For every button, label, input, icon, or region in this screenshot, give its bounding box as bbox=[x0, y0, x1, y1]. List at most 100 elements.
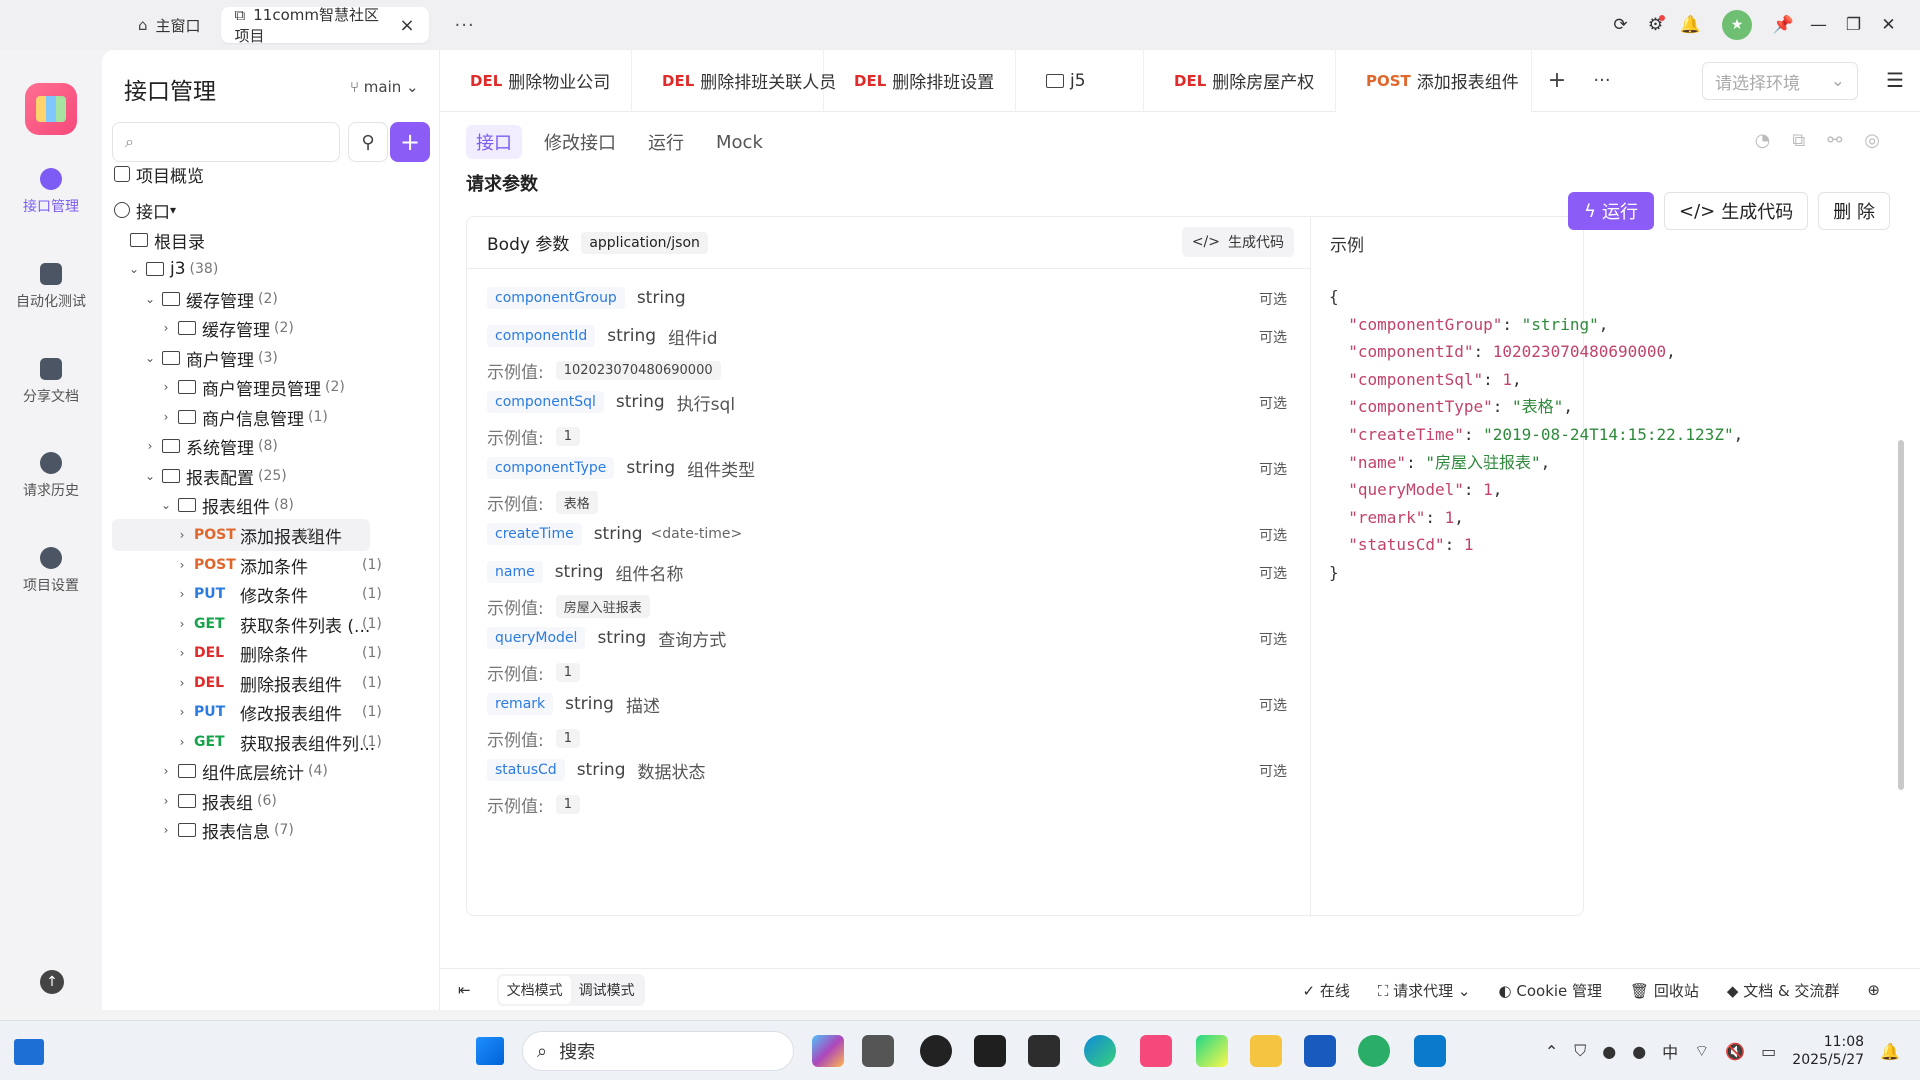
doc-mode-button[interactable]: 文档模式 bbox=[498, 975, 571, 1004]
run-button[interactable]: ϟ 运行 bbox=[1568, 192, 1655, 230]
tree-endpoint-row[interactable]: › GET 获取条件列表 (... (1) bbox=[174, 608, 382, 640]
collapse-sidebar-icon[interactable]: ⇤ bbox=[458, 981, 471, 999]
tree-folder-row[interactable]: 接口 ▾ bbox=[114, 194, 176, 226]
tree-endpoint-row[interactable]: › POST 添加条件 (1) bbox=[174, 549, 382, 581]
tree-folder-row[interactable]: › 报表信息 (7) bbox=[158, 814, 294, 846]
tab-mock[interactable]: Mock bbox=[706, 128, 773, 157]
upload-icon[interactable]: ↑ bbox=[40, 970, 64, 994]
qq-app-icon[interactable] bbox=[920, 1035, 952, 1067]
close-window-icon[interactable]: ✕ bbox=[1871, 0, 1906, 50]
online-status[interactable]: ✓ 在线 bbox=[1303, 980, 1350, 1001]
tree-folder-row[interactable]: ⌄ 报表组件 (8) bbox=[158, 489, 294, 521]
chevron-down-icon[interactable]: ⌄ bbox=[126, 262, 142, 276]
chevron-right-icon[interactable]: › bbox=[142, 439, 158, 453]
filter-button[interactable]: ⚲ bbox=[348, 122, 388, 162]
caret-down-icon[interactable]: ▾ bbox=[170, 203, 176, 217]
tree-folder-row[interactable]: › 商户信息管理 (1) bbox=[158, 401, 328, 433]
maximize-icon[interactable]: ❐ bbox=[1836, 0, 1871, 50]
tree-endpoint-row[interactable]: › POST 添加报表组件 (1) bbox=[112, 519, 370, 551]
gen-code-small-button[interactable]: </> 生成代码 bbox=[1181, 227, 1294, 257]
request-tab[interactable]: POST 添加报表组件 bbox=[1336, 49, 1532, 112]
chevron-right-icon[interactable]: › bbox=[174, 558, 190, 572]
chevron-down-icon[interactable]: ⌄ bbox=[158, 498, 174, 512]
environment-select[interactable]: 请选择环境 ⌄ bbox=[1702, 62, 1858, 100]
settings-icon[interactable]: ⚙ bbox=[1638, 0, 1673, 50]
chevron-right-icon[interactable]: › bbox=[158, 380, 174, 394]
nav-history[interactable]: 请求历史 bbox=[0, 452, 102, 500]
tree-folder-row[interactable]: ⌄ j3 (38) bbox=[126, 253, 218, 285]
windows-start-icon[interactable] bbox=[476, 1037, 504, 1065]
taskbar-search[interactable]: ⌕ 搜索 bbox=[522, 1031, 794, 1071]
wechat-app-icon[interactable] bbox=[1358, 1035, 1390, 1067]
upload-circle-icon[interactable]: ⊕ bbox=[1867, 981, 1880, 999]
bell-icon[interactable]: 🔔 bbox=[1673, 0, 1708, 50]
tree-folder-row[interactable]: › 缓存管理 (2) bbox=[158, 312, 294, 344]
wechat-tray-icon[interactable]: ● bbox=[1602, 1042, 1616, 1061]
edge-browser-icon[interactable] bbox=[1084, 1035, 1116, 1067]
tab-run[interactable]: 运行 bbox=[638, 125, 694, 159]
request-tab[interactable]: j5 bbox=[1016, 49, 1144, 112]
docs-button[interactable]: ◆ 文档 & 交流群 bbox=[1727, 980, 1840, 1001]
volume-mute-icon[interactable]: 🔇 bbox=[1725, 1042, 1745, 1061]
tree-folder-row[interactable]: ⌄ 报表配置 (25) bbox=[142, 460, 287, 492]
close-tab-icon[interactable]: × bbox=[399, 15, 414, 36]
chevron-right-icon[interactable]: › bbox=[174, 705, 190, 719]
tree-endpoint-row[interactable]: › DEL 删除报表组件 (1) bbox=[174, 667, 382, 699]
tree-folder-row[interactable]: 根目录 bbox=[130, 224, 205, 256]
refresh-icon[interactable]: ⟳ bbox=[1603, 0, 1638, 50]
project-tab[interactable]: ⧉ 11comm智慧社区项目 × bbox=[220, 6, 429, 45]
tree-folder-row[interactable]: › 商户管理员管理 (2) bbox=[158, 371, 345, 403]
debug-mode-button[interactable]: 调试模式 bbox=[571, 976, 643, 1004]
search-input[interactable] bbox=[143, 134, 304, 150]
more-tabs-icon[interactable]: ··· bbox=[455, 15, 475, 36]
wifi-icon[interactable]: ⌔ bbox=[1694, 1041, 1709, 1061]
ime-indicator[interactable]: 中 bbox=[1662, 1039, 1678, 1063]
request-tab[interactable]: DEL 删除物业公司 bbox=[440, 49, 632, 112]
vscode-app-icon[interactable] bbox=[1414, 1035, 1446, 1067]
widgets-icon[interactable] bbox=[14, 1039, 44, 1065]
tree-endpoint-row[interactable]: › PUT 修改条件 (1) bbox=[174, 578, 382, 610]
notification-icon[interactable]: 🔔 bbox=[1880, 1042, 1900, 1061]
chevron-down-icon[interactable]: ⌄ bbox=[142, 351, 158, 365]
tree-folder-row[interactable]: › 报表组 (6) bbox=[158, 785, 277, 817]
qq-tray-icon[interactable]: ● bbox=[1632, 1042, 1646, 1061]
chevron-right-icon[interactable]: › bbox=[158, 321, 174, 335]
add-button[interactable]: + bbox=[390, 122, 430, 162]
tree-endpoint-row[interactable]: › PUT 修改报表组件 (1) bbox=[174, 696, 382, 728]
chevron-right-icon[interactable]: › bbox=[174, 735, 190, 749]
proxy-menu[interactable]: ⛶ 请求代理 ⌄ bbox=[1378, 980, 1471, 1001]
chevron-down-icon[interactable]: ⌄ bbox=[142, 292, 158, 306]
scrollbar[interactable] bbox=[1898, 440, 1904, 790]
tree-search[interactable]: ⌕ bbox=[112, 122, 340, 162]
tree-folder-row[interactable]: ⌄ 商户管理 (3) bbox=[142, 342, 278, 374]
tab-edit[interactable]: 修改接口 bbox=[534, 125, 626, 159]
nav-api-management[interactable]: 接口管理 bbox=[0, 168, 102, 216]
delete-button[interactable]: 删 除 bbox=[1818, 192, 1890, 230]
tree-folder-row[interactable]: › 系统管理 (8) bbox=[142, 430, 278, 462]
pin-icon[interactable]: 📌 bbox=[1766, 0, 1801, 50]
trash-button[interactable]: 🗑 回收站 bbox=[1630, 980, 1699, 1001]
tree-folder-row[interactable]: ⌄ 缓存管理 (2) bbox=[142, 283, 278, 315]
nav-project-settings[interactable]: 项目设置 bbox=[0, 547, 102, 595]
copy-icon[interactable]: ⧉ bbox=[1792, 130, 1805, 151]
terminal-app-icon[interactable] bbox=[974, 1035, 1006, 1067]
cookie-button[interactable]: ◐ Cookie 管理 bbox=[1499, 980, 1603, 1001]
tree-endpoint-row[interactable]: › GET 获取报表组件列... (1) bbox=[174, 726, 382, 758]
task-view-icon[interactable] bbox=[862, 1035, 894, 1067]
pycharm-app-icon[interactable] bbox=[1196, 1035, 1228, 1067]
apifox-app-icon[interactable] bbox=[1140, 1035, 1172, 1067]
link-icon[interactable]: ⚯ bbox=[1827, 130, 1842, 151]
shield-icon[interactable]: ⛉ bbox=[1574, 1041, 1586, 1061]
target-icon[interactable]: ◎ bbox=[1864, 130, 1880, 151]
minimize-icon[interactable]: — bbox=[1801, 0, 1836, 50]
tab-api[interactable]: 接口 bbox=[466, 125, 522, 159]
branch-selector[interactable]: ⑂ main ⌄ bbox=[350, 78, 419, 96]
chevron-down-icon[interactable]: ⌄ bbox=[142, 469, 158, 483]
chevron-right-icon[interactable]: › bbox=[174, 587, 190, 601]
tree-folder-row[interactable]: 项目概览 bbox=[114, 158, 204, 190]
hamburger-icon[interactable]: ☰ bbox=[1886, 68, 1904, 92]
chevron-right-icon[interactable]: › bbox=[158, 823, 174, 837]
home-tab[interactable]: ⌂ 主窗口 bbox=[124, 7, 215, 43]
file-explorer-icon[interactable] bbox=[1250, 1035, 1282, 1067]
console-app-icon[interactable] bbox=[1028, 1035, 1060, 1067]
